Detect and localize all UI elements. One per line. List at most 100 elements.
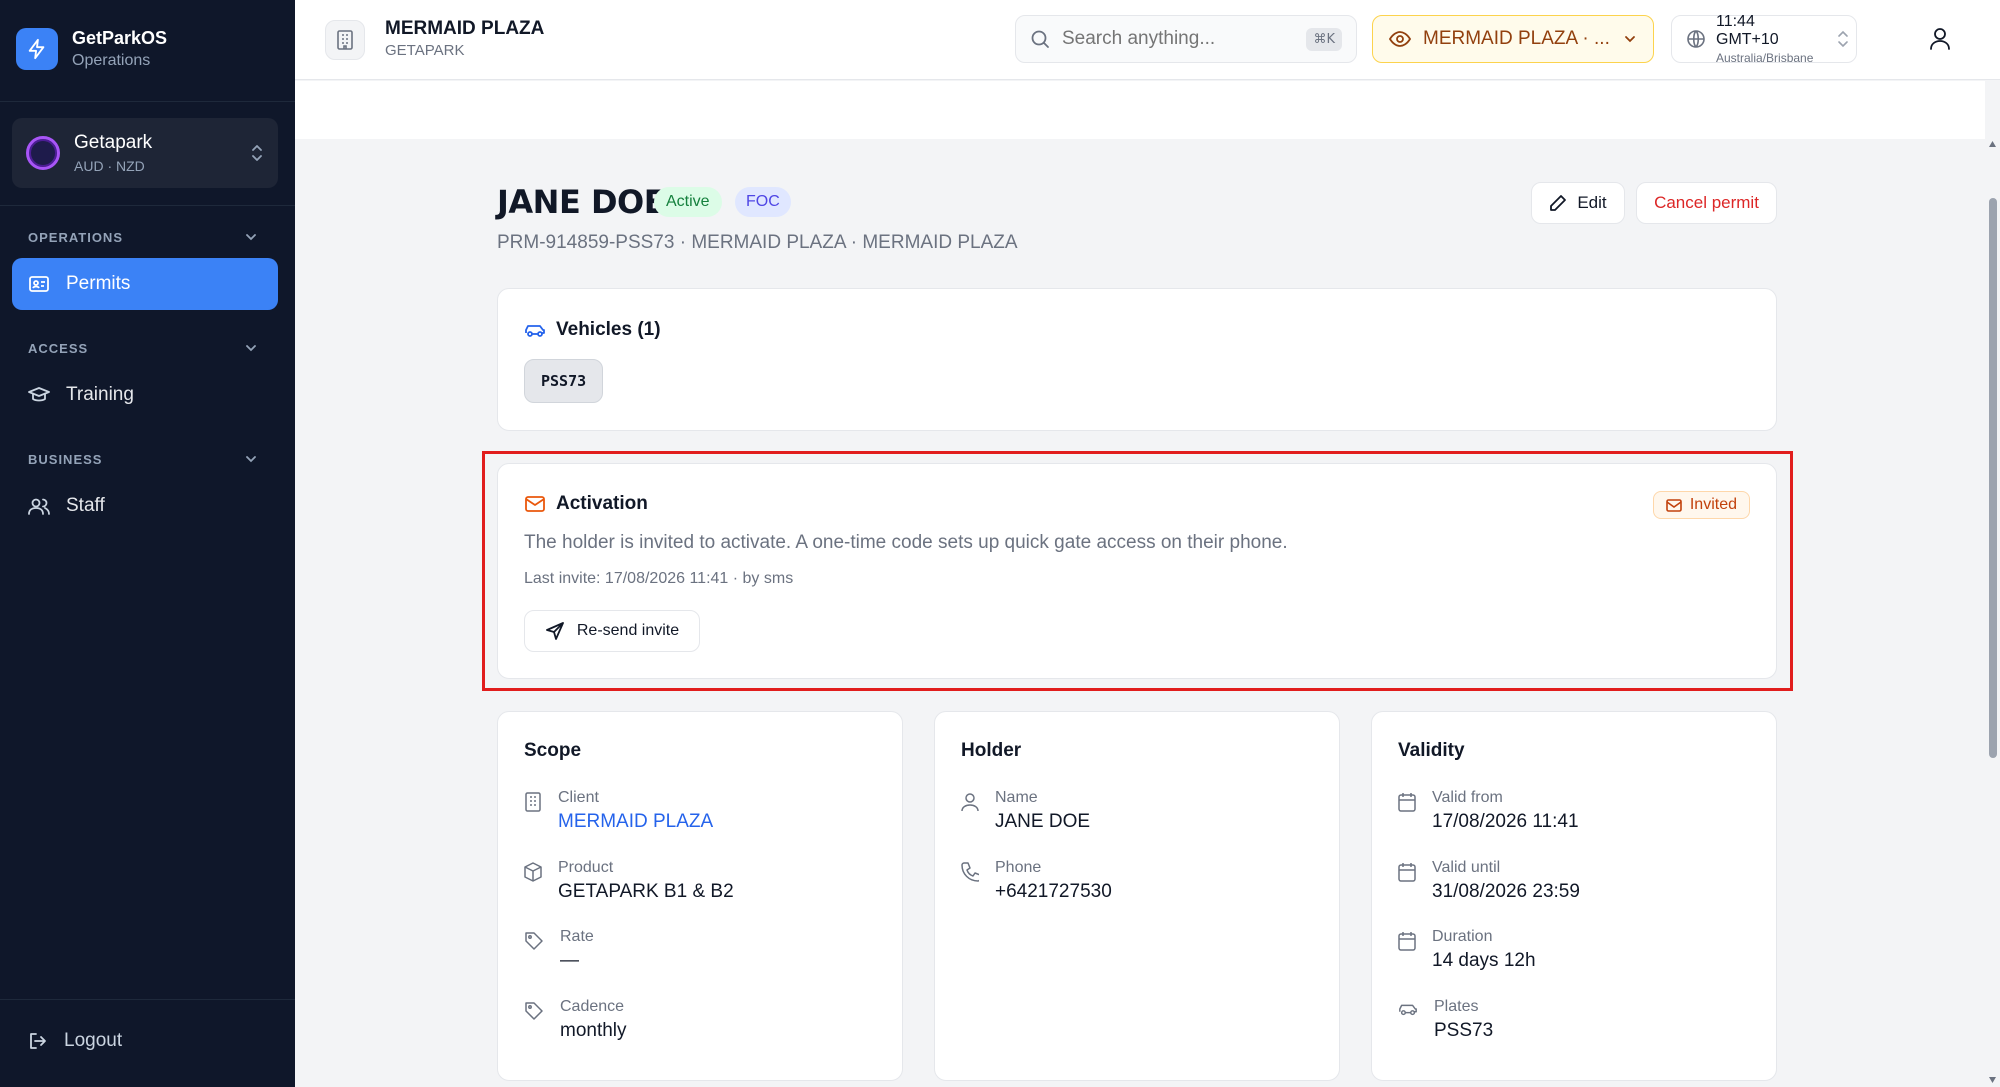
highlight-box [482, 451, 1793, 691]
vehicles-title: Vehicles (1) [556, 319, 661, 340]
eye-icon [1389, 31, 1411, 47]
building-icon [524, 792, 542, 833]
page-title: JANE DOE [497, 183, 666, 221]
site-selector-label: MERMAID PLAZA · ... [1423, 28, 1610, 49]
chevron-down-icon[interactable] [244, 454, 258, 464]
plate-chip[interactable]: PSS73 [524, 359, 604, 403]
scrollbar[interactable] [1985, 136, 2000, 1087]
field-value: 31/08/2026 23:59 [1432, 881, 1580, 902]
logout-button[interactable]: Logout [28, 1030, 122, 1052]
cadence-field: Cadence monthly [524, 998, 627, 1042]
sidebar-item-label: Staff [66, 495, 105, 516]
field-label: Client [558, 789, 599, 806]
edit-button[interactable]: Edit [1531, 182, 1625, 224]
cancel-permit-button[interactable]: Cancel permit [1636, 182, 1777, 224]
org-name: Getapark [74, 132, 153, 153]
org-currencies: AUD · NZD [74, 158, 145, 174]
field-value: JANE DOE [995, 811, 1091, 832]
field-label: Plates [1434, 998, 1479, 1015]
validity-title: Validity [1398, 740, 1465, 761]
divider [0, 101, 295, 102]
calendar-icon [1398, 862, 1416, 903]
user-icon[interactable] [1929, 27, 1951, 51]
client-field: Client MERMAID PLAZA [524, 789, 713, 833]
car-icon [1398, 1001, 1418, 1042]
valid-until-field: Valid until 31/08/2026 23:59 [1398, 859, 1580, 903]
chevron-down-icon[interactable] [244, 343, 258, 353]
scroll-thumb[interactable] [1989, 198, 1997, 758]
phone-icon [961, 862, 979, 903]
brand[interactable]: GetParkOS Operations [16, 28, 167, 70]
sidebar-item-label: Permits [66, 273, 131, 294]
scroll-down-arrow[interactable] [1988, 1076, 1997, 1084]
org-switcher[interactable]: Getapark AUD · NZD [12, 118, 278, 188]
chevron-down-icon[interactable] [244, 232, 258, 242]
org-avatar [26, 136, 60, 170]
field-label: Valid until [1432, 859, 1501, 876]
brand-subtitle: Operations [72, 52, 151, 69]
sidebar-item-permits[interactable]: Permits [12, 258, 278, 310]
box-icon [524, 862, 542, 903]
holder-title: Holder [961, 740, 1022, 761]
chevrons-up-down-icon [1837, 30, 1849, 48]
current-time: 11:44 GMT+10 [1716, 13, 1779, 48]
field-label: Name [995, 789, 1038, 806]
permit-subtitle: PRM-914859-PSS73 · MERMAID PLAZA · MERMA… [497, 232, 1018, 253]
scroll-up-arrow[interactable] [1988, 140, 1997, 148]
sidebar-item-training[interactable]: Training [12, 369, 278, 421]
logout-icon [28, 1031, 48, 1051]
scope-title: Scope [524, 740, 582, 761]
search-input[interactable] [1062, 28, 1282, 50]
phone-field: Phone +6421727530 [961, 859, 1112, 903]
client-link[interactable]: MERMAID PLAZA [558, 811, 713, 833]
sidebar-item-label: Training [66, 384, 134, 405]
tag-icon [524, 1001, 544, 1042]
field-label: Duration [1432, 928, 1493, 945]
search-bar[interactable]: ⌘K [1015, 15, 1357, 63]
field-label: Phone [995, 859, 1042, 876]
field-value: monthly [560, 1020, 627, 1041]
timezone-label: Australia/Brisbane [1716, 51, 1814, 65]
site-title: MERMAID PLAZA [385, 18, 545, 39]
timezone-selector[interactable]: 11:44 GMT+10 Australia/Brisbane [1671, 13, 1857, 65]
section-business[interactable]: BUSINESS [28, 452, 102, 467]
sidebar-item-staff[interactable]: Staff [12, 480, 278, 532]
product-field: Product GETAPARK B1 & B2 [524, 859, 734, 903]
section-operations[interactable]: OPERATIONS [28, 230, 123, 245]
divider [0, 999, 295, 1000]
main-top-band [295, 81, 1985, 139]
car-icon [524, 322, 546, 338]
calendar-icon [1398, 931, 1416, 972]
bolt-icon [16, 28, 58, 70]
duration-field: Duration 14 days 12h [1398, 928, 1536, 972]
chevrons-up-down-icon [250, 144, 264, 162]
search-shortcut: ⌘K [1306, 27, 1342, 51]
search-icon [1030, 29, 1050, 49]
scope-card: Scope Client MERMAID PLAZA Product GETAP… [497, 711, 903, 1081]
graduation-cap-icon [28, 386, 50, 404]
field-label: Rate [560, 928, 594, 945]
status-badge: Active [654, 187, 722, 217]
brand-name: GetParkOS [72, 28, 168, 48]
field-label: Product [558, 859, 614, 876]
plates-field: Plates PSS73 [1398, 998, 1493, 1042]
id-card-icon [28, 275, 50, 293]
field-value: — [560, 950, 579, 971]
name-field: Name JANE DOE [961, 789, 1090, 833]
tag-icon [524, 931, 544, 972]
vehicles-card: Vehicles (1) PSS73 [497, 288, 1777, 431]
site-subtitle: GETAPARK [385, 42, 465, 59]
rate-field: Rate — [524, 928, 594, 972]
site-selector[interactable]: MERMAID PLAZA · ... [1372, 15, 1654, 63]
sidebar: GetParkOS Operations Getapark AUD · NZD … [0, 0, 295, 1087]
vehicles-header: Vehicles (1) [524, 319, 661, 341]
globe-icon [1686, 29, 1706, 49]
field-value: GETAPARK B1 & B2 [558, 881, 734, 902]
top-header: MERMAID PLAZA GETAPARK ⌘K MERMAID PLAZA … [295, 0, 2000, 80]
calendar-icon [1398, 792, 1416, 833]
field-value: PSS73 [1434, 1020, 1494, 1041]
field-label: Cadence [560, 998, 625, 1015]
building-icon [325, 20, 365, 60]
section-access[interactable]: ACCESS [28, 341, 88, 356]
valid-from-field: Valid from 17/08/2026 11:41 [1398, 789, 1579, 833]
